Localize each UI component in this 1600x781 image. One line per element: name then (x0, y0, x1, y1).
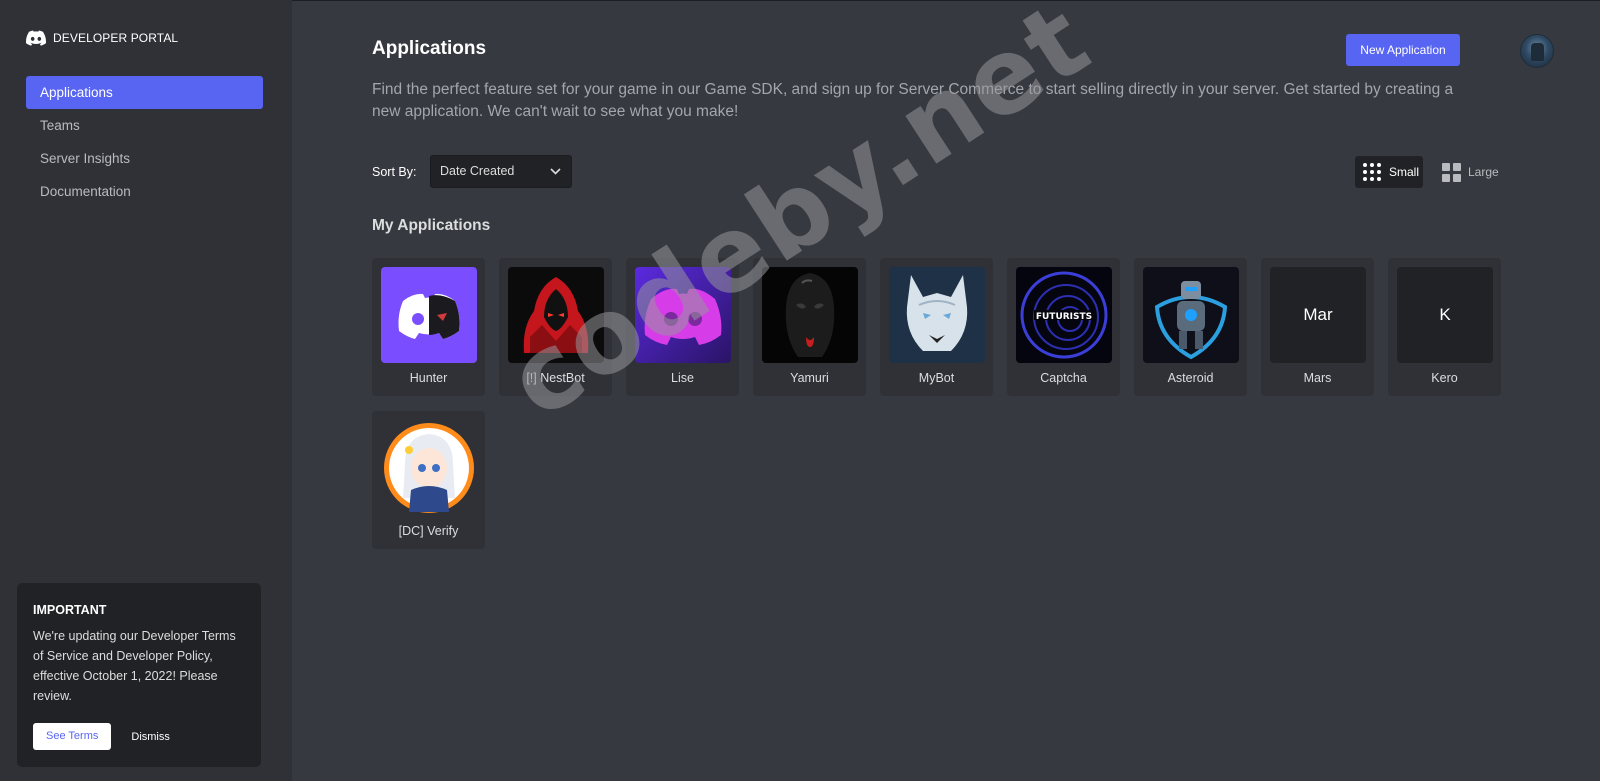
important-notice: IMPORTANT We're updating our Developer T… (17, 583, 261, 767)
app-card-mars[interactable]: Mar Mars (1261, 258, 1374, 396)
futurists-spiral-icon: FUTURISTS (1016, 267, 1112, 363)
discord-logo-icon (26, 30, 46, 46)
app-card-yamuri[interactable]: Yamuri (753, 258, 866, 396)
app-initials: K (1397, 267, 1493, 363)
chevron-down-icon (550, 156, 561, 200)
sort-label: Sort By: (372, 165, 417, 179)
sidebar-nav: Applications Teams Server Insights Docum… (26, 76, 263, 208)
app-card-asteroid[interactable]: Asteroid (1134, 258, 1247, 396)
app-card-mybot[interactable]: MyBot (880, 258, 993, 396)
app-name: Asteroid (1167, 371, 1214, 385)
sidebar-item-documentation[interactable]: Documentation (26, 175, 263, 208)
notice-title: IMPORTANT (33, 603, 107, 617)
app-name: [DC] Verify (398, 524, 459, 538)
page-title: Applications (372, 38, 487, 59)
discord-half-mask-icon (381, 267, 477, 363)
app-card-captcha[interactable]: FUTURISTS Captcha (1007, 258, 1120, 396)
sidebar-item-applications[interactable]: Applications (26, 76, 263, 109)
app-initials-avatar: K (1397, 267, 1493, 363)
purple-discord-icon (635, 267, 731, 363)
app-initials-avatar: Mar (1270, 267, 1366, 363)
size-small-toggle[interactable]: Small (1355, 156, 1423, 188)
logo-text: DEVELOPER PORTAL (53, 31, 179, 45)
black-mask-icon (762, 267, 858, 363)
app-card-kero[interactable]: K Kero (1388, 258, 1501, 396)
logo[interactable]: DEVELOPER PORTAL (26, 30, 178, 46)
svg-text:FUTURISTS: FUTURISTS (1036, 312, 1092, 322)
user-avatar[interactable] (1520, 34, 1554, 68)
notice-body: We're updating our Developer Terms of Se… (33, 629, 236, 703)
sort-dropdown[interactable]: Date Created (430, 155, 572, 188)
size-large-label: Large (1468, 165, 1499, 179)
app-initials: Mar (1270, 267, 1366, 363)
app-name: [!] NestBot (526, 371, 585, 385)
sidebar: DEVELOPER PORTAL Applications Teams Serv… (0, 0, 292, 781)
sidebar-item-teams[interactable]: Teams (26, 109, 263, 142)
sort-value: Date Created (440, 164, 515, 178)
page-description: Find the perfect feature set for your ga… (372, 81, 1454, 120)
app-name: MyBot (918, 371, 955, 385)
grid-small-icon (1363, 163, 1381, 181)
app-card-hunter[interactable]: Hunter (372, 258, 485, 396)
app-name: Hunter (409, 371, 448, 385)
app-name: Mars (1303, 371, 1332, 385)
app-name: Yamuri (790, 371, 829, 385)
anime-girl-icon (381, 420, 477, 516)
new-application-button[interactable]: New Application (1346, 34, 1460, 66)
size-large-toggle[interactable]: Large (1436, 156, 1500, 188)
notice-actions: See Terms Dismiss (33, 723, 170, 750)
grid-large-icon (1442, 162, 1461, 182)
my-applications-heading: My Applications (372, 217, 491, 234)
sidebar-item-server-insights[interactable]: Server Insights (26, 142, 263, 175)
app-card-lise[interactable]: Lise (626, 258, 739, 396)
robot-shield-icon (1143, 267, 1239, 363)
app-card-nestbot[interactable]: [!] NestBot (499, 258, 612, 396)
see-terms-button[interactable]: See Terms (33, 723, 112, 750)
dismiss-button[interactable]: Dismiss (131, 731, 170, 743)
main-content: Applications New Application Find the pe… (292, 0, 1600, 781)
app-card-dc-verify[interactable]: [DC] Verify (372, 411, 485, 549)
red-hooded-figure-icon (508, 267, 604, 363)
wolf-icon (889, 267, 985, 363)
app-name: Kero (1431, 371, 1458, 385)
app-name: Lise (671, 371, 694, 385)
app-name: Captcha (1040, 371, 1087, 385)
size-small-label: Small (1389, 165, 1420, 179)
